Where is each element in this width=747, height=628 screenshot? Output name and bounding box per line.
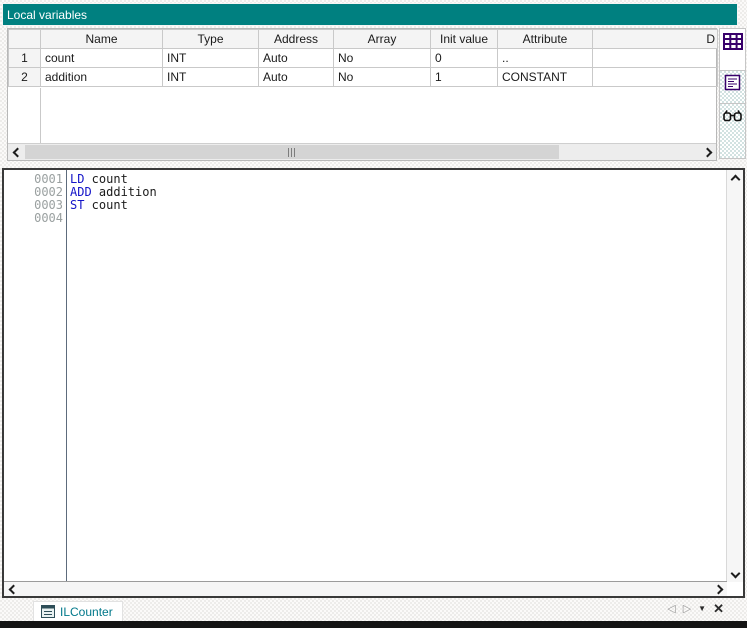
- header-type[interactable]: Type: [163, 30, 259, 49]
- gripper-icon: [288, 148, 297, 157]
- local-variables-window: Local variables Name Type Address Array …: [0, 0, 747, 628]
- chevron-right-icon: [713, 584, 723, 594]
- tab-list-dropdown-button[interactable]: ▼: [698, 602, 706, 616]
- chevron-up-icon: [730, 174, 740, 184]
- cell-init_value[interactable]: 1: [431, 68, 498, 87]
- il-keyword: ST: [70, 198, 84, 212]
- tab-navigation: ◁ ▷ ▼ ✕: [667, 602, 724, 616]
- header-address[interactable]: Address: [259, 30, 334, 49]
- binoculars-icon: [723, 109, 742, 122]
- header-description[interactable]: D: [593, 30, 718, 49]
- cell-description[interactable]: [593, 68, 718, 87]
- cell-attribute[interactable]: CONSTANT: [498, 68, 593, 87]
- document-view-button[interactable]: [719, 70, 746, 103]
- editor-scroll-right-button[interactable]: [711, 582, 727, 596]
- scroll-down-button[interactable]: [727, 566, 743, 582]
- line-number-gutter: 0001000200030004: [4, 170, 67, 582]
- header-row-selector[interactable]: [9, 30, 41, 49]
- editor-hscrollbar[interactable]: [4, 581, 727, 596]
- scroll-up-button[interactable]: [727, 170, 743, 186]
- cell-num[interactable]: 1: [9, 49, 41, 68]
- document-lines-icon: [724, 74, 741, 91]
- cell-type[interactable]: INT: [163, 49, 259, 68]
- cell-name[interactable]: addition: [41, 68, 163, 87]
- scroll-left-button[interactable]: [8, 144, 24, 160]
- panel-title: Local variables: [3, 8, 87, 22]
- side-toolbar: [719, 28, 746, 159]
- il-keyword: ADD: [70, 185, 92, 199]
- tab-prev-button[interactable]: ◁: [667, 602, 675, 616]
- cell-address[interactable]: Auto: [259, 68, 334, 87]
- il-editor: 0001000200030004 LD countADD additionST …: [2, 168, 745, 598]
- program-document-icon: [41, 605, 55, 618]
- cell-array[interactable]: No: [334, 49, 431, 68]
- bottom-strip: [0, 621, 747, 628]
- row-header-divider: [40, 88, 41, 143]
- table-grid-icon: [723, 33, 743, 50]
- document-tab-bar: ILCounter ◁ ▷ ▼ ✕: [0, 600, 747, 621]
- variables-panel: Name Type Address Array Init value Attri…: [7, 28, 717, 161]
- scroll-right-button[interactable]: [700, 144, 716, 160]
- cell-attribute[interactable]: ..: [498, 49, 593, 68]
- header-name[interactable]: Name: [41, 30, 163, 49]
- cell-init_value[interactable]: 0: [431, 49, 498, 68]
- variables-table: Name Type Address Array Init value Attri…: [8, 29, 718, 87]
- editor-scroll-left-button[interactable]: [4, 582, 20, 596]
- cell-name[interactable]: count: [41, 49, 163, 68]
- code-line[interactable]: ADD addition: [70, 186, 727, 199]
- find-button[interactable]: [719, 103, 746, 159]
- panel-title-bar[interactable]: Local variables: [2, 3, 738, 26]
- editor-vscrollbar[interactable]: [726, 170, 743, 582]
- chevron-left-icon: [8, 584, 18, 594]
- chevron-down-icon: [730, 568, 740, 578]
- code-line[interactable]: LD count: [70, 173, 727, 186]
- table-hscrollbar[interactable]: [8, 143, 716, 160]
- il-keyword: LD: [70, 172, 84, 186]
- editor-body[interactable]: 0001000200030004 LD countADD additionST …: [4, 170, 727, 582]
- table-hscroll-thumb[interactable]: [25, 145, 559, 159]
- header-init-value[interactable]: Init value: [431, 30, 498, 49]
- tab-next-button[interactable]: ▷: [683, 602, 691, 616]
- header-attribute[interactable]: Attribute: [498, 30, 593, 49]
- tab-close-button[interactable]: ✕: [713, 602, 724, 616]
- tab-label: ILCounter: [60, 605, 113, 619]
- table-view-button[interactable]: [719, 28, 746, 70]
- cell-type[interactable]: INT: [163, 68, 259, 87]
- variables-table-body: 1countINTAutoNo0..2additionINTAutoNo1CON…: [9, 49, 718, 87]
- cell-description[interactable]: [593, 49, 718, 68]
- chevron-left-icon: [12, 147, 22, 157]
- line-number: 0004: [4, 212, 66, 225]
- code-line[interactable]: ST count: [70, 199, 727, 212]
- table-row[interactable]: 2additionINTAutoNo1CONSTANT: [9, 68, 718, 87]
- header-array[interactable]: Array: [334, 30, 431, 49]
- code-area[interactable]: LD countADD additionST count: [67, 170, 727, 582]
- table-hscroll-track[interactable]: [24, 144, 700, 160]
- chevron-right-icon: [702, 147, 712, 157]
- cell-num[interactable]: 2: [9, 68, 41, 87]
- code-line[interactable]: [70, 212, 727, 225]
- cell-address[interactable]: Auto: [259, 49, 334, 68]
- tab-ilcounter[interactable]: ILCounter: [33, 601, 123, 621]
- table-row[interactable]: 1countINTAutoNo0..: [9, 49, 718, 68]
- header-row: Name Type Address Array Init value Attri…: [9, 30, 718, 49]
- cell-array[interactable]: No: [334, 68, 431, 87]
